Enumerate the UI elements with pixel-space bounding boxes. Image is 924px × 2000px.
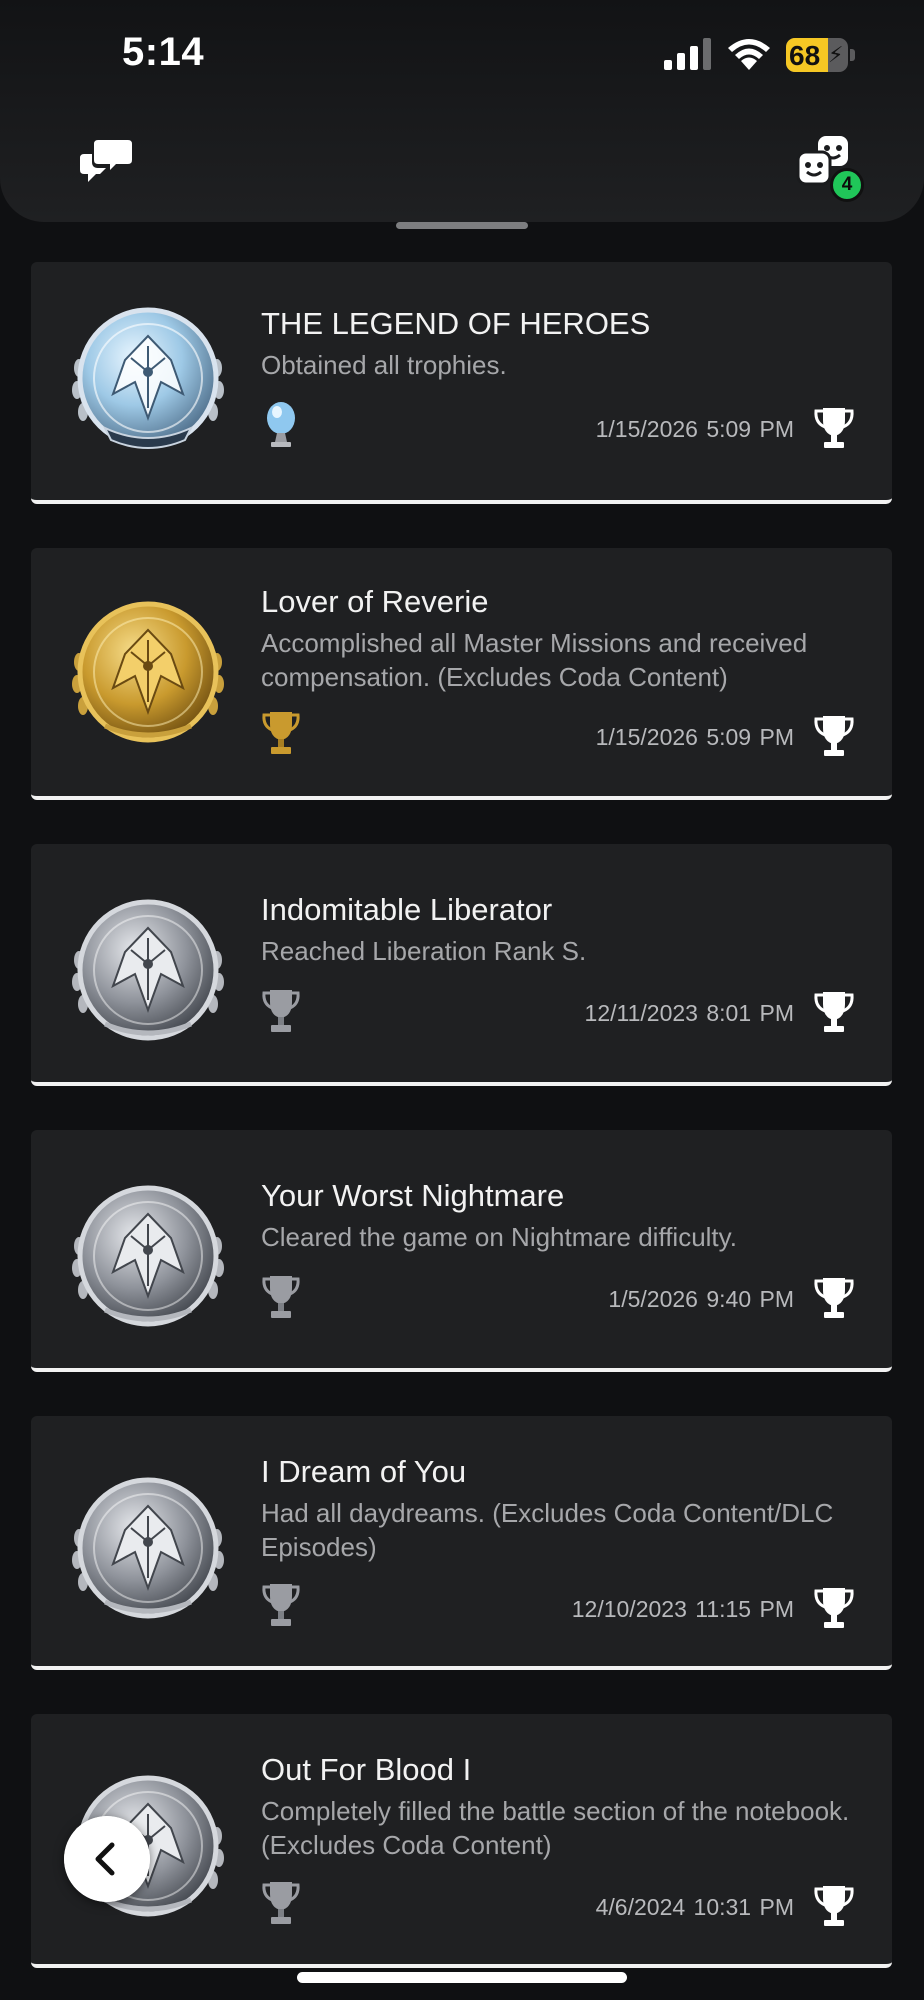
battery-percent: 68	[789, 40, 821, 71]
silver-grade-icon	[262, 1882, 300, 1924]
trophy-description: Obtained all trophies.	[261, 350, 507, 380]
silver-medal-icon	[72, 899, 224, 1041]
trophy-card[interactable]: Your Worst Nightmare Cleared the game on…	[31, 1130, 892, 1372]
status-bar: 5:14 68 ⚡	[0, 0, 924, 110]
chat-bubbles-icon[interactable]	[76, 130, 136, 190]
trophy-description: Accomplished all Master Missions and rec…	[261, 628, 808, 692]
earned-date: 1/15/2026 5:09 PM	[595, 416, 794, 442]
trophy-icon	[814, 992, 854, 1032]
silver-grade-icon	[262, 1276, 300, 1318]
earned-date: 1/15/2026 5:09 PM	[595, 724, 794, 750]
trophy-card[interactable]: I Dream of You Had all daydreams. (Exclu…	[31, 1416, 892, 1670]
trophy-title: Lover of Reverie	[261, 584, 489, 619]
earned-date: 12/10/2023 11:15 PM	[571, 1596, 794, 1622]
silver-medal-icon	[72, 1477, 224, 1619]
earned-date: 1/5/2026 9:40 PM	[608, 1286, 794, 1312]
battery-tip	[850, 49, 855, 61]
earned-date: 12/11/2023 8:01 PM	[584, 1000, 794, 1026]
trophy-icon	[814, 1588, 854, 1628]
wifi-icon	[728, 39, 770, 70]
trophy-icon	[814, 1886, 854, 1926]
trophy-card[interactable]: THE LEGEND OF HEROES Obtained all trophi…	[31, 262, 892, 504]
trophy-icon	[814, 408, 854, 448]
trophy-card[interactable]: Out For Blood I Completely filled the ba…	[31, 1714, 892, 1968]
trophy-description: Reached Liberation Rank S.	[261, 936, 587, 966]
trophy-description: Had all daydreams. (Excludes Coda Conten…	[261, 1498, 834, 1562]
charging-bolt-icon: ⚡	[828, 42, 844, 67]
trophy-icon	[814, 716, 854, 756]
trophy-card[interactable]: Lover of Reverie Accomplished all Master…	[31, 548, 892, 800]
silver-medal-icon	[72, 1185, 224, 1327]
trophy-description: Completely filled the battle section of …	[261, 1796, 850, 1860]
platinum-medal-icon	[72, 307, 224, 449]
gold-medal-icon	[72, 601, 224, 743]
battery-body: 68 ⚡	[786, 38, 848, 72]
earned-date: 4/6/2024 10:31 PM	[595, 1894, 794, 1920]
trophy-card[interactable]: Indomitable Liberator Reached Liberation…	[31, 844, 892, 1086]
friends-badge: 4	[830, 168, 864, 202]
trophy-title: Your Worst Nightmare	[261, 1178, 565, 1213]
trophy-title: Out For Blood I	[261, 1752, 472, 1787]
silver-grade-icon	[262, 990, 300, 1032]
trophy-title: I Dream of You	[261, 1454, 467, 1489]
trophy-icon	[814, 1278, 854, 1318]
home-indicator[interactable]	[297, 1972, 627, 1983]
gold-grade-icon	[262, 712, 300, 754]
platinum-grade-icon	[267, 402, 295, 447]
cellular-signal-icon	[664, 38, 711, 70]
silver-grade-icon	[262, 1584, 300, 1626]
back-button[interactable]	[64, 1816, 150, 1902]
trophy-list-screen: THE LEGEND OF HEROES Obtained all trophi…	[0, 0, 924, 2000]
trophy-title: Indomitable Liberator	[261, 892, 553, 927]
trophy-title: THE LEGEND OF HEROES	[261, 306, 651, 341]
status-time: 5:14	[122, 30, 205, 74]
battery-icon: 68 ⚡	[786, 38, 856, 72]
sheet-grabber[interactable]	[396, 222, 528, 229]
trophy-description: Cleared the game on Nightmare difficulty…	[261, 1222, 737, 1252]
